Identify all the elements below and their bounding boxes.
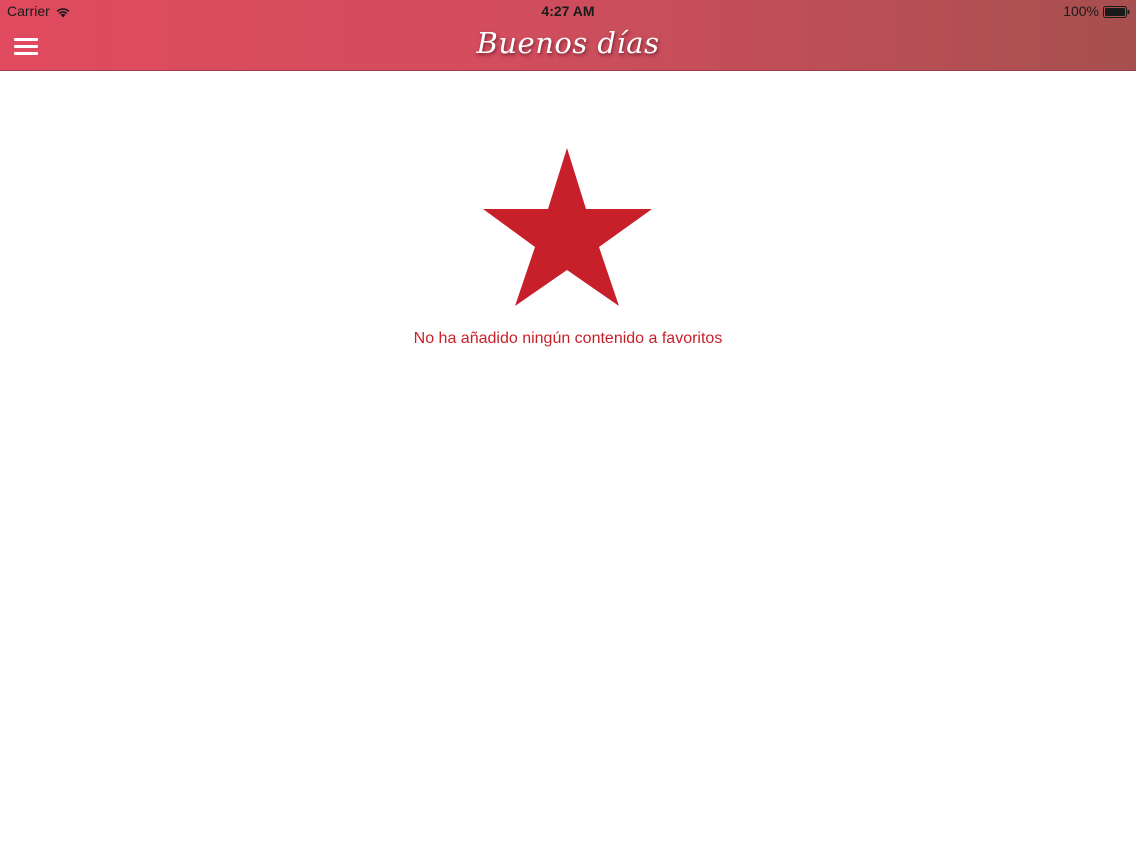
battery-indicator: 100%	[1063, 3, 1130, 19]
favorites-content: No ha añadido ningún contenido a favorit…	[0, 72, 1136, 852]
navigation-bar: Buenos días	[0, 22, 1136, 71]
page-title: Buenos días	[476, 26, 660, 60]
battery-full-icon	[1103, 5, 1130, 18]
star-icon	[482, 146, 654, 308]
status-bar: Carrier 4:27 AM 100%	[0, 0, 1136, 22]
status-time: 4:27 AM	[541, 3, 595, 19]
empty-favorites-message: No ha añadido ningún contenido a favorit…	[413, 330, 723, 347]
battery-percent: 100%	[1063, 3, 1099, 19]
top-bar: Carrier 4:27 AM 100% Buenos días	[0, 0, 1136, 71]
